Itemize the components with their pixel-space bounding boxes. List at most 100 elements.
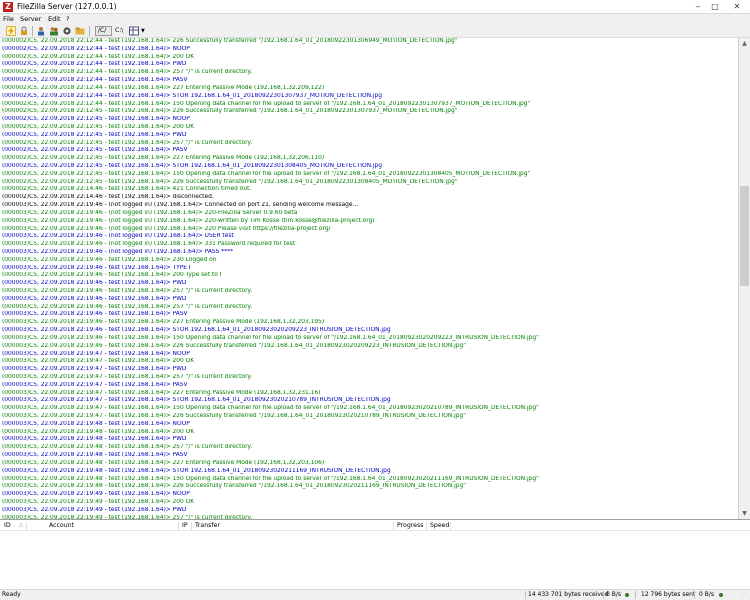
- filezilla-app-icon[interactable]: Z: [3, 2, 13, 12]
- title-bar: Z FileZilla Server (127.0.0.1) ‒ □ ✕: [0, 0, 750, 14]
- groups-button[interactable]: [49, 26, 59, 36]
- log-line: (000003)C5, 22.09.2018 22:19:47 - test (…: [2, 373, 253, 380]
- log-line: (000003)C5, 22.09.2018 22:19:48 - test (…: [2, 459, 325, 466]
- lock-server-button[interactable]: [19, 26, 29, 36]
- log-vertical-scrollbar[interactable]: ▲ ▼: [739, 38, 750, 519]
- scroll-down-arrow-icon[interactable]: ▼: [739, 508, 750, 519]
- log-line: (000003)C5, 22.09.2018 22:19:46 - (not l…: [2, 217, 375, 224]
- log-line: (000002)C5, 22.09.2018 22:12:44 - test (…: [2, 84, 325, 91]
- log-line: (000003)C5, 22.09.2018 22:19:49 - test (…: [2, 506, 187, 513]
- log-line: (000002)C5, 22.09.2018 22:12:45 - test (…: [2, 123, 195, 130]
- chevron-down-icon[interactable]: ▼: [141, 26, 145, 36]
- log-line: (000003)C5, 22.09.2018 22:19:47 - test (…: [2, 381, 188, 388]
- log-line: (000003)C5, 22.09.2018 22:19:47 - test (…: [2, 405, 539, 412]
- toolbar: /C/ C:\ ▼: [0, 24, 750, 38]
- log-line: (000003)C5, 22.09.2018 22:19:48 - test (…: [2, 467, 391, 474]
- log-line: (000003)C5, 22.09.2018 22:19:47 - test (…: [2, 413, 466, 419]
- bytes-received: 14 433 701 bytes received: [528, 591, 609, 598]
- path-display-button[interactable]: /C/: [95, 26, 112, 36]
- connections-list[interactable]: [0, 531, 750, 589]
- column-speed[interactable]: Speed: [430, 520, 449, 531]
- log-line: (000002)C5, 22.09.2018 22:12:45 - test (…: [2, 163, 382, 169]
- close-button[interactable]: ✕: [730, 2, 744, 12]
- log-line: (000003)C5, 22.09.2018 22:19:46 - test (…: [2, 342, 466, 349]
- log-line: (000003)C5, 22.09.2018 22:19:46 - (not l…: [2, 225, 331, 232]
- resize-grip-icon[interactable]: ⋰: [741, 590, 746, 600]
- log-line: (000003)C5, 22.09.2018 22:19:48 - test (…: [2, 420, 190, 427]
- menu-bar: File Server Edit ?: [0, 14, 750, 24]
- log-line: (000003)C5, 22.09.2018 22:19:47 - test (…: [2, 366, 187, 373]
- log-line: (000003)C5, 22.09.2018 22:19:47 - test (…: [2, 358, 195, 365]
- folder-icon: [75, 27, 85, 35]
- log-line: (000003)C5, 22.09.2018 22:19:46 - (not l…: [2, 241, 296, 248]
- log-line: (000002)C5, 22.09.2018 22:12:45 - test (…: [2, 139, 253, 146]
- send-speed: 0 B/s: [699, 591, 714, 598]
- gear-icon: [63, 27, 71, 35]
- log-line: (000003)C5, 22.09.2018 22:19:46 - (not l…: [2, 233, 234, 240]
- column-progress[interactable]: Progress: [397, 520, 423, 531]
- menu-server[interactable]: Server: [20, 14, 41, 24]
- settings-button[interactable]: [62, 26, 72, 36]
- log-line: (000003)C5, 22.09.2018 22:19:46 - test (…: [2, 295, 187, 302]
- server-log[interactable]: (000002)C5, 22.09.2018 22:12:44 - test (…: [0, 38, 739, 519]
- log-line: (000003)C5, 22.09.2018 22:19:46 - (not l…: [2, 209, 298, 216]
- log-line: (000003)C5, 22.09.2018 22:19:48 - test (…: [2, 436, 187, 443]
- column-account[interactable]: Account: [49, 520, 74, 531]
- column-transfer[interactable]: Transfer: [195, 520, 220, 531]
- scroll-up-arrow-icon[interactable]: ▲: [739, 38, 750, 49]
- send-indicator-icon: [719, 593, 723, 597]
- users-button[interactable]: [36, 26, 46, 36]
- drive-label[interactable]: C:\: [115, 26, 123, 36]
- shared-folders-button[interactable]: [75, 26, 85, 36]
- bytes-sent: 12 796 bytes sent: [641, 591, 696, 598]
- view-options-button[interactable]: [129, 26, 139, 36]
- log-line: (000002)C5, 22.09.2018 22:12:45 - test (…: [2, 155, 325, 162]
- log-line: (000003)C5, 22.09.2018 22:19:46 - test (…: [2, 264, 191, 271]
- log-line: (000003)C5, 22.09.2018 22:19:48 - test (…: [2, 483, 466, 490]
- log-line: (000003)C5, 22.09.2018 22:19:46 - test (…: [2, 334, 539, 341]
- log-line: (000003)C5, 22.09.2018 22:19:46 - test (…: [2, 280, 187, 287]
- window-title: FileZilla Server (127.0.0.1): [17, 2, 117, 11]
- toggle-server-button[interactable]: [6, 26, 16, 36]
- connections-list-header: ID △ Account IP Transfer Progress Speed: [0, 519, 750, 531]
- log-line: (000002)C5, 22.09.2018 22:12:44 - test (…: [2, 92, 382, 99]
- log-line: (000002)C5, 22.09.2018 22:12:44 - test (…: [2, 53, 195, 60]
- log-line: (000002)C5, 22.09.2018 22:12:45 - test (…: [2, 131, 187, 138]
- log-line: (000002)C5, 22.09.2018 22:12:44 - test (…: [2, 69, 253, 76]
- log-line: (000003)C5, 22.09.2018 22:19:48 - test (…: [2, 444, 253, 451]
- receive-speed: 0 B/s: [606, 591, 621, 598]
- lightning-icon: [8, 27, 14, 35]
- log-line: (000003)C5, 22.09.2018 22:19:49 - test (…: [2, 491, 190, 498]
- log-line: (000002)C5, 22.09.2018 22:12:44 - test (…: [2, 38, 458, 44]
- log-line: (000002)C5, 22.09.2018 22:12:44 - test (…: [2, 45, 190, 52]
- log-line: (000003)C5, 22.09.2018 22:19:46 - test (…: [2, 303, 253, 310]
- log-line: (000003)C5, 22.09.2018 22:19:46 - test (…: [2, 288, 253, 294]
- minimize-button[interactable]: ‒: [691, 2, 705, 12]
- log-line: (000002)C5, 22.09.2018 22:12:45 - test (…: [2, 116, 190, 123]
- log-line: (000003)C5, 22.09.2018 22:19:47 - test (…: [2, 350, 190, 357]
- log-line: (000002)C5, 22.09.2018 22:12:44 - test (…: [2, 100, 531, 107]
- log-line: (000003)C5, 22.09.2018 22:19:48 - test (…: [2, 475, 539, 482]
- log-line: (000002)C5, 22.09.2018 22:12:45 - test (…: [2, 108, 458, 115]
- users-icon: [38, 27, 44, 36]
- log-line: (000003)C5, 22.09.2018 22:19:47 - test (…: [2, 397, 391, 404]
- lock-icon: [21, 26, 27, 35]
- log-line: (000003)C5, 22.09.2018 22:19:48 - test (…: [2, 428, 195, 435]
- menu-file[interactable]: File: [3, 14, 14, 24]
- log-line: (000003)C5, 22.09.2018 22:19:46 - (not l…: [2, 248, 234, 255]
- status-ready: Ready: [2, 591, 21, 598]
- menu-edit[interactable]: Edit: [48, 14, 61, 24]
- log-line: (000002)C5, 22.09.2018 22:12:45 - test (…: [2, 147, 188, 154]
- log-line: (000002)C5, 22.09.2018 22:14:46 - test (…: [2, 186, 252, 193]
- column-id[interactable]: ID: [4, 520, 11, 531]
- column-ip[interactable]: IP: [182, 520, 188, 531]
- log-line: (000003)C5, 22.09.2018 22:19:46 - test (…: [2, 256, 217, 263]
- log-line: (000003)C5, 22.09.2018 22:19:49 - test (…: [2, 498, 195, 505]
- scrollbar-thumb[interactable]: [740, 186, 749, 286]
- receive-indicator-icon: [625, 593, 629, 597]
- log-line: (000003)C5, 22.09.2018 22:19:48 - test (…: [2, 452, 188, 459]
- groups-icon: [50, 27, 58, 36]
- maximize-button[interactable]: □: [708, 2, 722, 12]
- log-line: (000002)C5, 22.09.2018 22:12:44 - test (…: [2, 77, 188, 84]
- menu-help[interactable]: ?: [66, 14, 69, 24]
